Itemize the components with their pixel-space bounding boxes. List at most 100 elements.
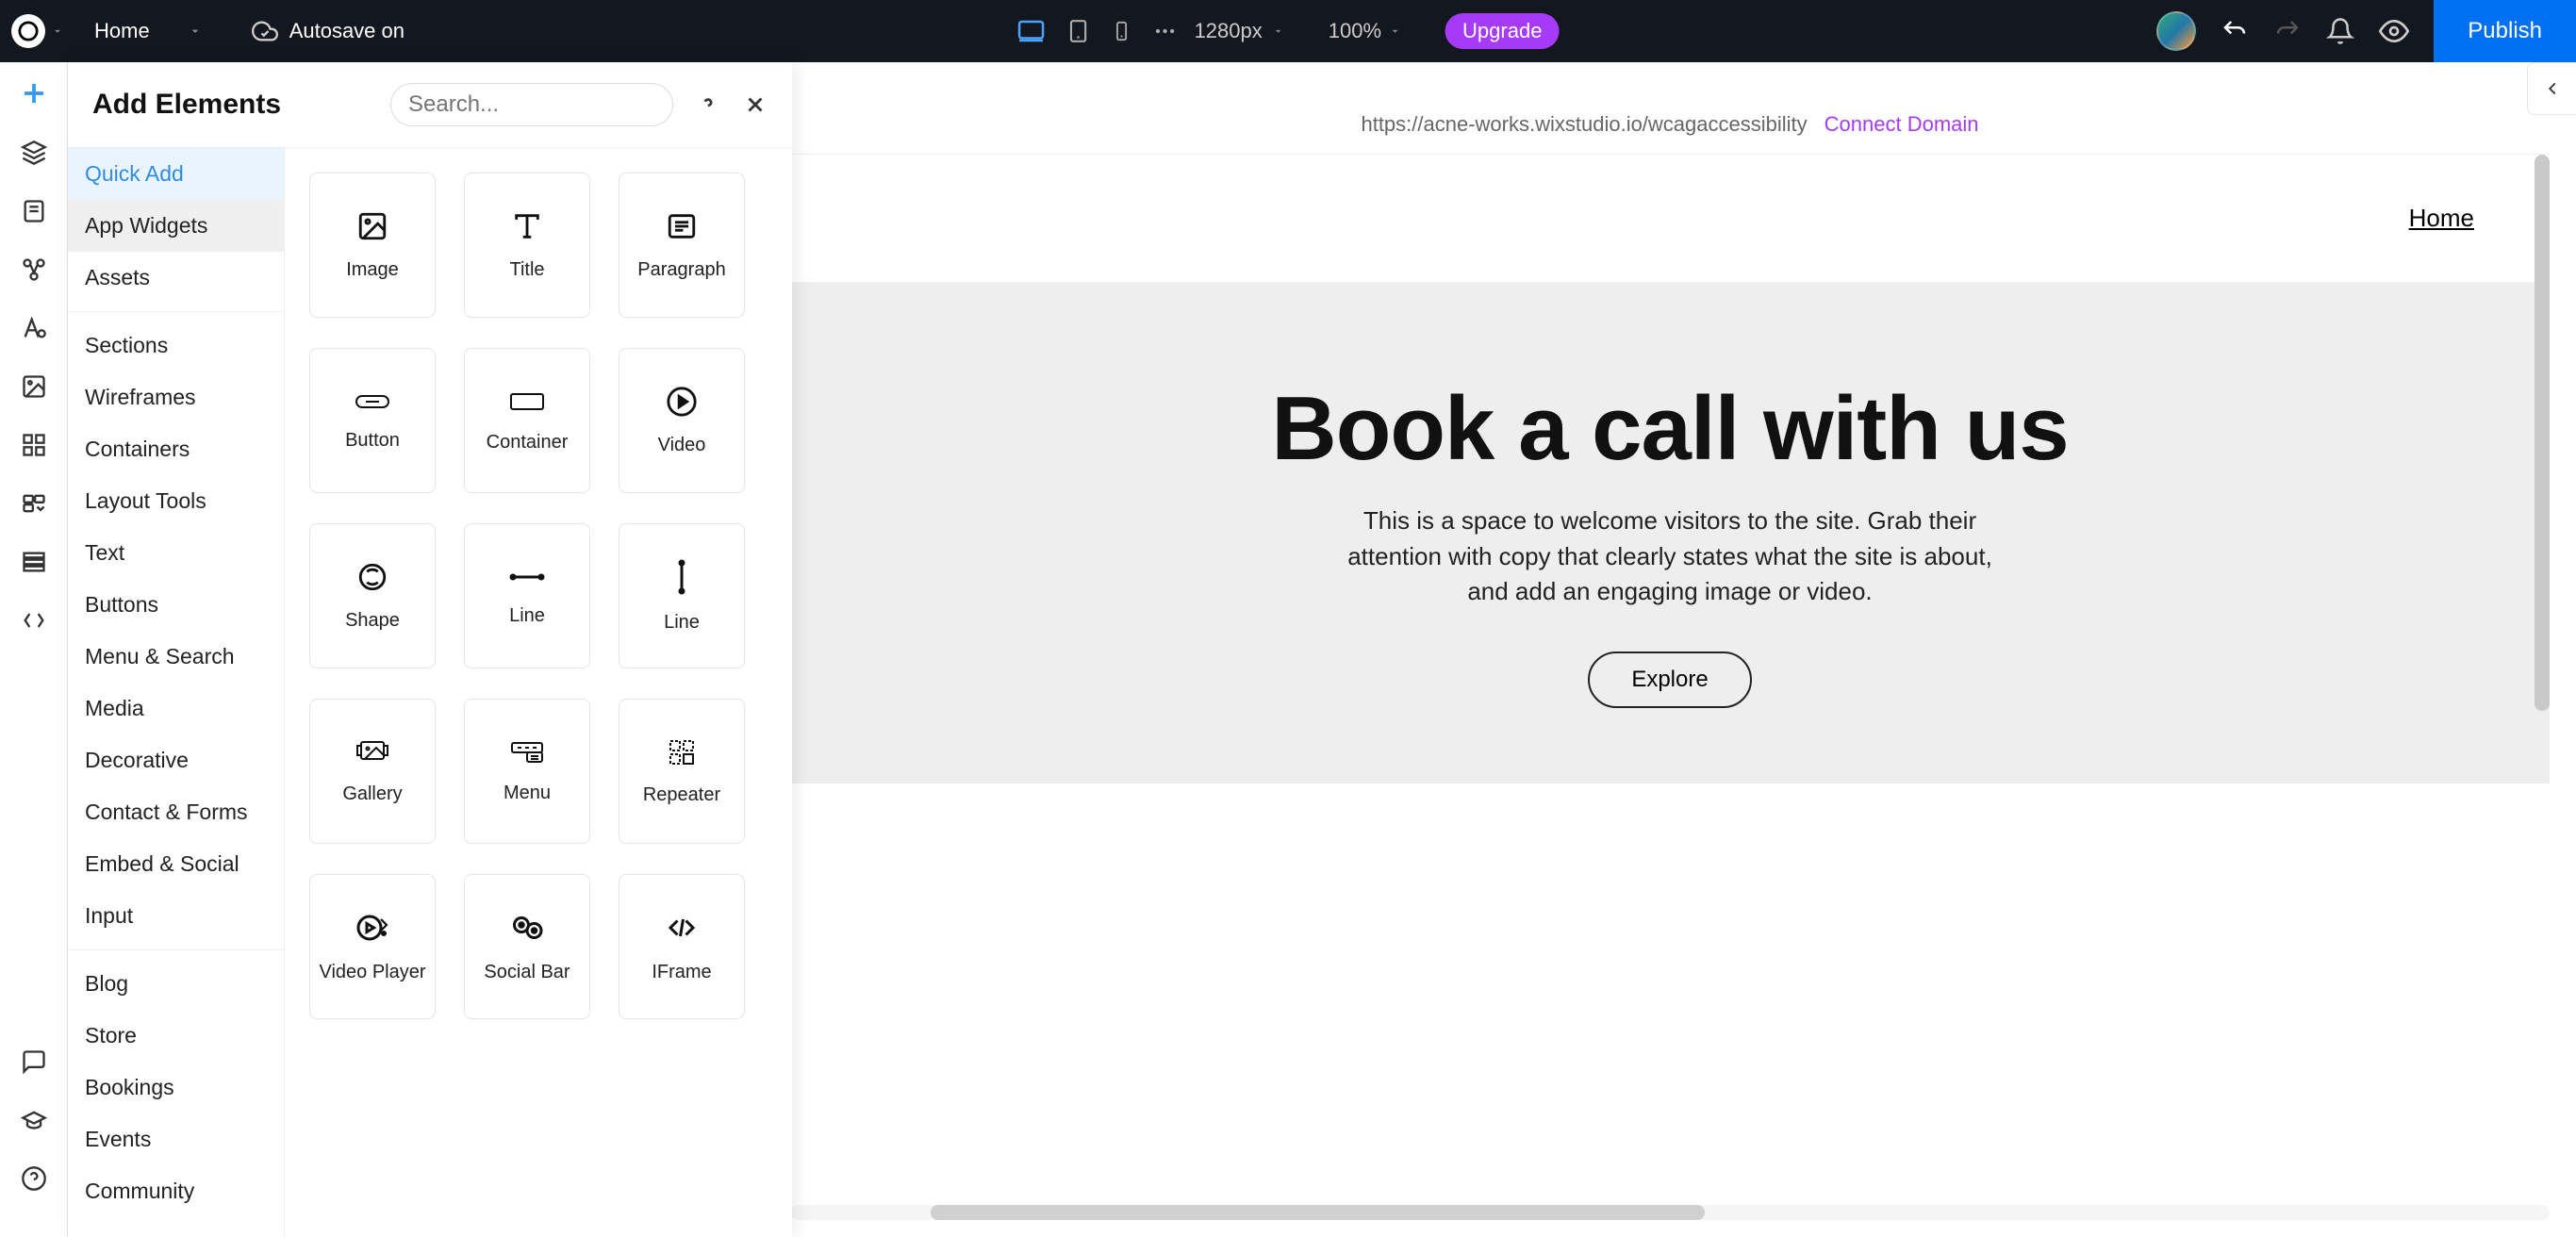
more-devices-icon[interactable] (1153, 19, 1178, 43)
autosave-indicator[interactable]: Autosave on (252, 18, 405, 44)
site-preview[interactable]: Home Book a call with us This is a space… (790, 155, 2550, 1226)
components-icon[interactable] (21, 490, 47, 517)
apps-icon[interactable] (21, 432, 47, 458)
element-video-player[interactable]: Video Player (309, 874, 436, 1019)
app-logo-icon (11, 14, 45, 48)
element-label: Line (509, 605, 545, 627)
category-text[interactable]: Text (68, 527, 284, 579)
category-decorative[interactable]: Decorative (68, 734, 284, 786)
help-icon[interactable] (21, 1165, 47, 1192)
category-blog[interactable]: Blog (68, 958, 284, 1010)
hero-subtitle[interactable]: This is a space to welcome visitors to t… (1330, 503, 2009, 610)
vertical-scrollbar[interactable] (2535, 155, 2550, 711)
upgrade-button[interactable]: Upgrade (1445, 13, 1559, 49)
chevron-down-icon (1272, 25, 1285, 38)
element-label: Gallery (342, 783, 402, 805)
category-community[interactable]: Community (68, 1165, 284, 1217)
element-button[interactable]: Button (309, 348, 436, 493)
horizontal-scrollbar[interactable] (790, 1203, 2550, 1222)
preview-eye-icon[interactable] (2379, 16, 2409, 46)
undo-icon[interactable] (2221, 17, 2249, 45)
add-elements-icon[interactable] (20, 79, 48, 107)
element-label: Image (346, 259, 399, 281)
connect-domain-link[interactable]: Connect Domain (1825, 112, 1979, 137)
element-gallery[interactable]: Gallery (309, 699, 436, 844)
comments-icon[interactable] (21, 1048, 47, 1075)
element-video[interactable]: Video (619, 348, 745, 493)
element-paragraph[interactable]: Paragraph (619, 173, 745, 318)
category-quick-add[interactable]: Quick Add (68, 148, 284, 200)
site-url: https://acne-works.wixstudio.io/wcagacce… (1361, 112, 1807, 137)
category-menu-search[interactable]: Menu & Search (68, 631, 284, 683)
element-social-bar[interactable]: Social Bar (464, 874, 590, 1019)
category-buttons[interactable]: Buttons (68, 579, 284, 631)
dev-mode-icon[interactable] (21, 607, 47, 634)
layers-icon[interactable] (21, 140, 47, 166)
panel-help-icon[interactable] (696, 92, 720, 117)
url-bar: https://acne-works.wixstudio.io/wcagacce… (790, 94, 2550, 155)
autosave-label: Autosave on (289, 19, 405, 43)
logo-dropdown[interactable] (11, 14, 64, 48)
user-avatar[interactable] (2156, 11, 2196, 51)
cloud-icon (252, 18, 278, 44)
category-bookings[interactable]: Bookings (68, 1062, 284, 1113)
category-events[interactable]: Events (68, 1113, 284, 1165)
mobile-icon[interactable] (1112, 17, 1132, 45)
category-app-widgets[interactable]: App Widgets (68, 200, 284, 252)
bell-icon[interactable] (2326, 17, 2354, 45)
element-title[interactable]: Title (464, 173, 590, 318)
device-switcher (1017, 17, 1178, 45)
chevron-left-icon (2542, 78, 2563, 99)
category-sections[interactable]: Sections (68, 320, 284, 371)
category-divider (68, 949, 284, 950)
search-field[interactable] (390, 83, 673, 126)
category-embed-social[interactable]: Embed & Social (68, 838, 284, 890)
search-input[interactable] (408, 91, 701, 118)
element-label: Video (658, 435, 706, 456)
hero-title[interactable]: Book a call with us (1271, 377, 2068, 481)
element-line-horizontal[interactable]: Line (464, 523, 590, 668)
element-image[interactable]: Image (309, 173, 436, 318)
publish-button[interactable]: Publish (2434, 0, 2576, 62)
redo-icon[interactable] (2273, 17, 2302, 45)
category-store[interactable]: Store (68, 1010, 284, 1062)
page-selector[interactable]: Home (81, 19, 216, 43)
element-line-vertical[interactable]: Line (619, 523, 745, 668)
cms-icon[interactable] (21, 549, 47, 575)
category-contact-forms[interactable]: Contact & Forms (68, 786, 284, 838)
element-menu[interactable]: Menu (464, 699, 590, 844)
nav-link-home[interactable]: Home (2409, 204, 2474, 233)
category-media[interactable]: Media (68, 683, 284, 734)
site-structure-icon[interactable] (21, 256, 47, 283)
viewport-width-control[interactable]: 1280px (1195, 19, 1285, 43)
media-icon[interactable] (21, 373, 47, 400)
repeater-icon (667, 737, 697, 767)
video-icon (666, 386, 698, 418)
shape-icon (356, 561, 388, 593)
element-label: Social Bar (484, 962, 570, 983)
hero-cta-button[interactable]: Explore (1588, 651, 1751, 708)
close-icon[interactable] (743, 92, 768, 117)
element-iframe[interactable]: IFrame (619, 874, 745, 1019)
category-wireframes[interactable]: Wireframes (68, 371, 284, 423)
canvas-area: https://acne-works.wixstudio.io/wcagacce… (790, 94, 2550, 1226)
element-repeater[interactable]: Repeater (619, 699, 745, 844)
scrollbar-thumb[interactable] (931, 1205, 1705, 1220)
element-shape[interactable]: Shape (309, 523, 436, 668)
vertical-line-icon (670, 559, 693, 595)
zoom-control[interactable]: 100% (1329, 19, 1402, 43)
category-assets[interactable]: Assets (68, 252, 284, 304)
learn-icon[interactable] (21, 1107, 47, 1133)
category-containers[interactable]: Containers (68, 423, 284, 475)
typography-icon[interactable] (21, 315, 47, 341)
element-container[interactable]: Container (464, 348, 590, 493)
add-elements-panel: Add Elements Quick Add App Widgets Asset… (68, 62, 792, 1237)
desktop-icon[interactable] (1017, 17, 1046, 45)
tablet-icon[interactable] (1066, 17, 1091, 45)
topbar-right: Publish (2156, 0, 2576, 62)
right-panel-toggle[interactable] (2527, 62, 2576, 115)
category-input[interactable]: Input (68, 890, 284, 942)
category-layout-tools[interactable]: Layout Tools (68, 475, 284, 527)
pages-icon[interactable] (21, 198, 47, 224)
container-icon (509, 388, 545, 415)
